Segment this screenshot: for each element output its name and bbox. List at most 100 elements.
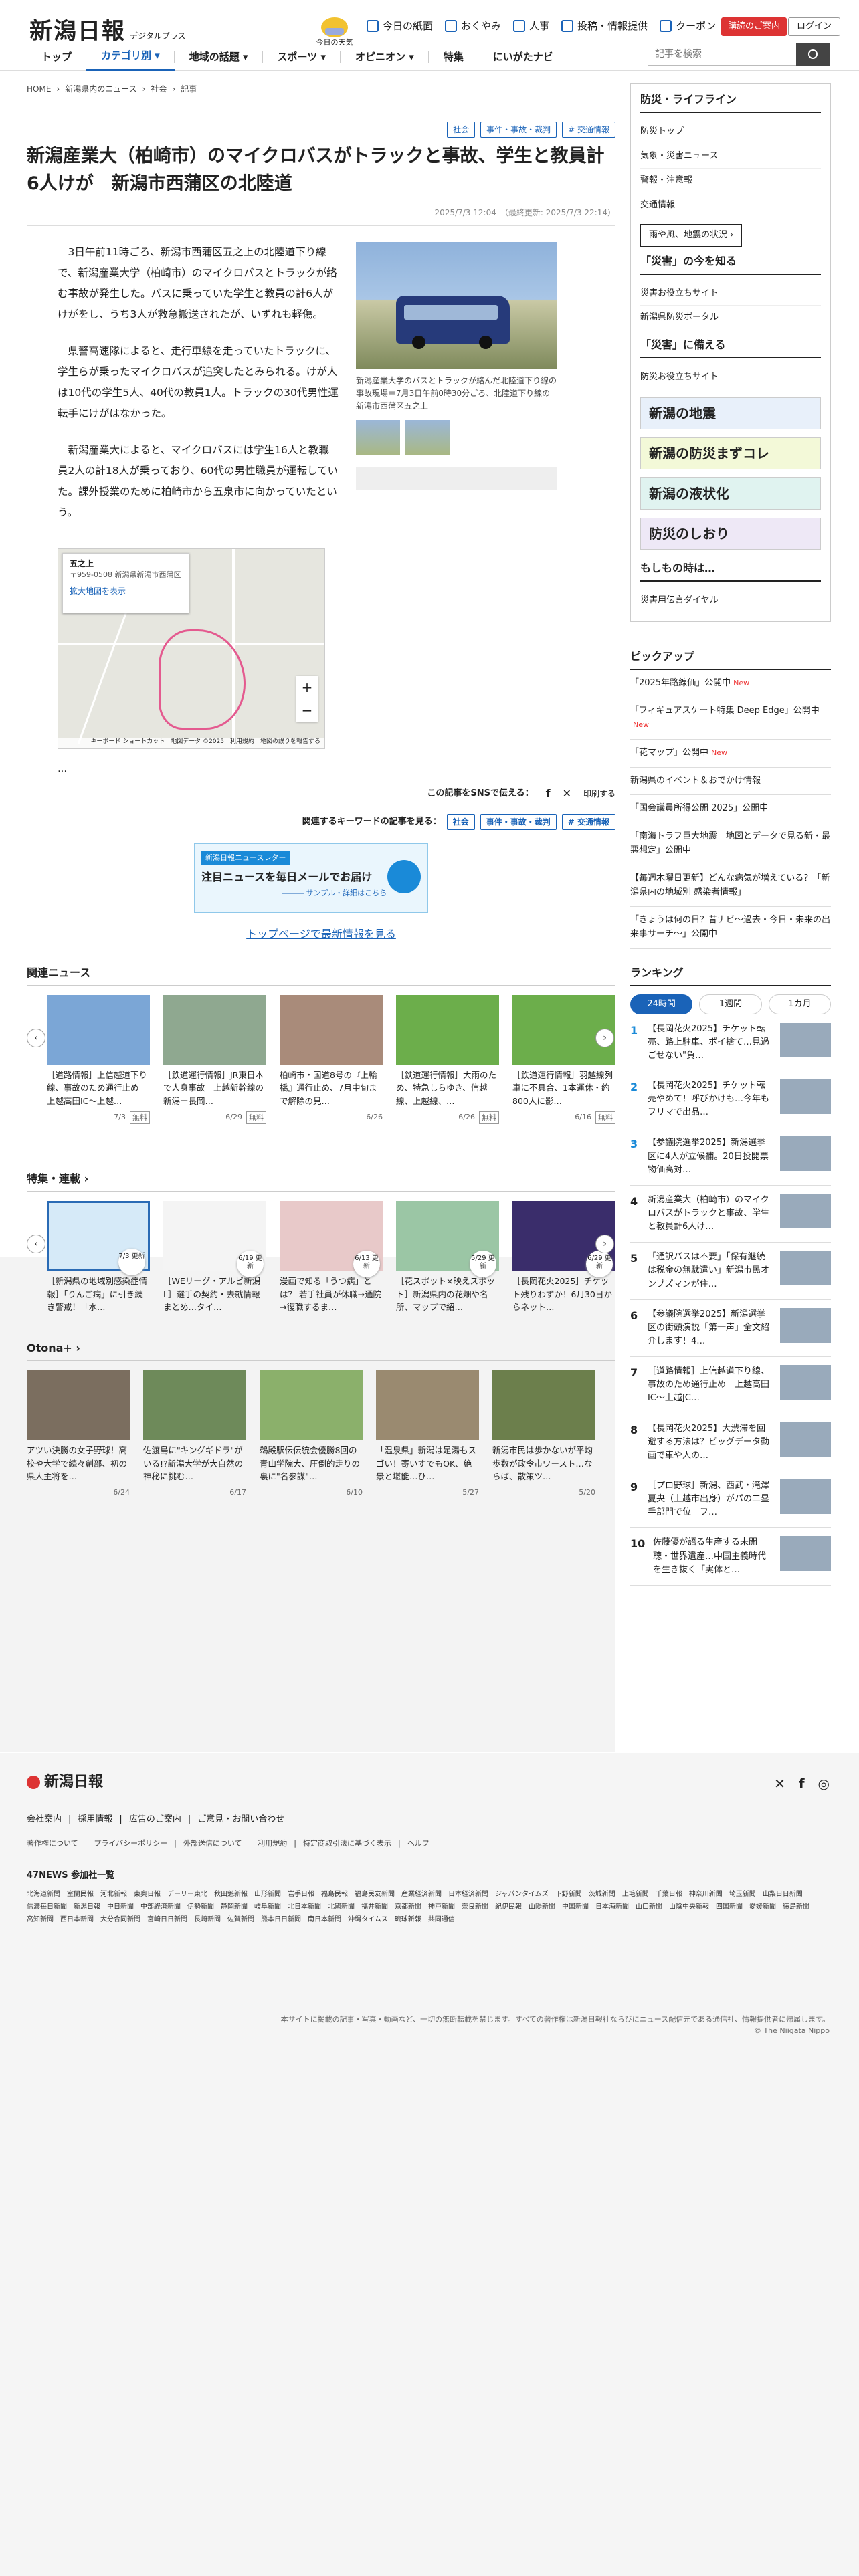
tab-24h[interactable]: 24時間 xyxy=(630,994,693,1014)
footer-link[interactable]: 著作権について xyxy=(27,1838,78,1850)
pickup-item[interactable]: 「フィギュアスケート特集 Deep Edge」公開中New xyxy=(630,697,831,740)
partner-paper-link[interactable]: 佐賀新聞 xyxy=(227,1915,254,1925)
otona-card[interactable]: 新潟市民は歩かないが平均歩数が政令市ワースト…ならば、散策ツ… 5/20 xyxy=(492,1370,595,1498)
partner-paper-link[interactable]: 四国新聞 xyxy=(716,1902,743,1912)
partner-paper-link[interactable]: 上毛新聞 xyxy=(622,1889,649,1899)
partner-paper-link[interactable]: 静岡新聞 xyxy=(221,1902,248,1912)
tab-month[interactable]: 1カ月 xyxy=(768,994,831,1014)
footer-link[interactable]: 採用情報 xyxy=(78,1813,112,1826)
thumbnail[interactable] xyxy=(356,419,400,455)
nav-category[interactable]: カテゴリ別 ▾ xyxy=(86,43,175,71)
feature-card[interactable]: 5/29 更新 ［花スポット×映えスポット］新潟県内の花畑や名所、マップで紹… xyxy=(396,1201,499,1313)
dial-link[interactable]: 災害用伝言ダイヤル xyxy=(640,588,821,613)
print-link[interactable]: 印刷する xyxy=(583,788,615,800)
partner-paper-link[interactable]: デーリー東北 xyxy=(167,1889,207,1899)
otona-title[interactable]: Otona+ › xyxy=(27,1340,615,1362)
partner-paper-link[interactable]: 岐阜新聞 xyxy=(254,1902,281,1912)
breadcrumb-home[interactable]: HOME xyxy=(27,83,51,95)
pickup-item[interactable]: 新潟県のイベント＆おでかけ情報 xyxy=(630,768,831,796)
embedded-map[interactable]: 五之上 〒959-0508 新潟県新潟市西蒲区 拡大地図を表示 + − キーボード… xyxy=(58,548,325,749)
ranking-item[interactable]: 7 ［道路情報］上信越道下り線、事故のため通行止め 上越高田IC〜上越JC… xyxy=(630,1357,831,1414)
partner-paper-link[interactable]: 沖縄タイムス xyxy=(348,1915,388,1925)
partner-paper-link[interactable]: 室蘭民報 xyxy=(67,1889,94,1899)
banner-liquefaction[interactable]: 新潟の液状化 xyxy=(640,477,821,510)
partner-paper-link[interactable]: 高知新聞 xyxy=(27,1915,54,1925)
top-page-link[interactable]: トップページで最新情報を見る xyxy=(27,926,615,942)
search-input[interactable] xyxy=(648,43,796,66)
bousai-link[interactable]: 交通情報 xyxy=(640,193,821,217)
subscribe-button[interactable]: 購読のご案内 xyxy=(721,17,787,36)
footer-logo[interactable]: 新潟日報 xyxy=(27,1771,832,1793)
kw-traffic[interactable]: # 交通情報 xyxy=(561,814,615,830)
partner-paper-link[interactable]: 宮崎日日新聞 xyxy=(147,1915,187,1925)
tool-newspaper[interactable]: 今日の紙面 xyxy=(367,19,433,34)
partner-paper-link[interactable]: 東奥日報 xyxy=(134,1889,161,1899)
bousai-link[interactable]: 防災トップ xyxy=(640,120,821,144)
bousai-link[interactable]: 気象・災害ニュース xyxy=(640,144,821,169)
news-card[interactable]: ［道路情報］上信越道下り線、事故のため通行止め 上越高田IC〜上越… 7/3 無料 xyxy=(47,995,150,1125)
partner-paper-link[interactable]: 岩手日報 xyxy=(288,1889,314,1899)
prev-arrow[interactable]: ‹ xyxy=(27,1029,45,1047)
feature-card[interactable]: 6/29 更新 ［長岡花火2025］チケット残りわずか！6月30日からネット… xyxy=(512,1201,615,1313)
partner-paper-link[interactable]: 中国新聞 xyxy=(562,1902,589,1912)
kw-society[interactable]: 社会 xyxy=(446,814,475,830)
pickup-item[interactable]: 【毎週木曜日更新】どんな病気が増えている？「新潟県内の地域別 感染者情報」 xyxy=(630,865,831,907)
newsletter-banner[interactable]: 新潟日報ニュースレター 注目ニュースを毎日メールでお届け ――― サンプル・詳細… xyxy=(194,843,428,913)
footer-link[interactable]: ヘルプ xyxy=(407,1838,430,1850)
ranking-item[interactable]: 3 【参議院選挙2025】新潟選挙区に4人が立候補。20日投開票 物価高対… xyxy=(630,1128,831,1186)
partner-paper-link[interactable]: 北日本新聞 xyxy=(288,1902,321,1912)
partner-paper-link[interactable]: 伊勢新聞 xyxy=(187,1902,214,1912)
partner-paper-link[interactable]: 神奈川新聞 xyxy=(689,1889,723,1899)
ranking-item[interactable]: 8 【長岡花火2025】大渋滞を回避する方法は？ビッグデータ動画で車や人の… xyxy=(630,1414,831,1471)
partner-paper-link[interactable]: 北海道新聞 xyxy=(27,1889,60,1899)
news-card[interactable]: ［鉄道運行情報］大雨のため、特急しらゆき、信越線、上越線、… 6/26 無料 xyxy=(396,995,499,1125)
map-enlarge-link[interactable]: 拡大地図を表示 xyxy=(70,585,182,597)
bousai-link[interactable]: 警報・注意報 xyxy=(640,169,821,193)
tool-coupon[interactable]: クーポン xyxy=(660,19,716,34)
footer-link[interactable]: 外部送信について xyxy=(183,1838,242,1850)
partner-paper-link[interactable]: 中日新聞 xyxy=(107,1902,134,1912)
footer-link[interactable]: 利用規約 xyxy=(258,1838,287,1850)
partner-paper-link[interactable]: 山陰中央新報 xyxy=(669,1902,709,1912)
disaster-link[interactable]: 新潟県防災ポータル xyxy=(640,306,821,330)
partner-paper-link[interactable]: 紀伊民報 xyxy=(495,1902,522,1912)
tool-obituary[interactable]: おくやみ xyxy=(445,19,501,34)
banner-guide[interactable]: 防災のしおり xyxy=(640,518,821,550)
facebook-icon[interactable]: f xyxy=(799,1774,805,1794)
footer-link[interactable]: 会社案内 xyxy=(27,1813,62,1826)
pickup-item[interactable]: 「国会議員所得公開 2025」公開中 xyxy=(630,795,831,824)
pickup-item[interactable]: 「南海トラフ巨大地震 地図とデータで見る新・最悪想定」公開中 xyxy=(630,823,831,865)
partner-paper-link[interactable]: 福井新聞 xyxy=(361,1902,388,1912)
partner-paper-link[interactable]: 愛媛新聞 xyxy=(749,1902,776,1912)
ranking-item[interactable]: 4 新潟産業大（柏崎市）のマイクロバスがトラックと事故、学生と教員計6人け… xyxy=(630,1186,831,1243)
partner-paper-link[interactable]: 徳島新聞 xyxy=(783,1902,809,1912)
nav-feature[interactable]: 特集 xyxy=(429,43,478,71)
ranking-item[interactable]: 1 【長岡花火2025】チケット転売、路上駐車、ポイ捨て…見過ごせない"負… xyxy=(630,1014,831,1071)
news-card[interactable]: 柏崎市・国道8号の『上輪橋』通行止め、7月中旬まで解除の見… 6/26 xyxy=(280,995,383,1124)
bus-photo[interactable] xyxy=(356,242,557,369)
partner-paper-link[interactable]: 神戸新聞 xyxy=(428,1902,455,1912)
nav-opinion[interactable]: オピニオン ▾ xyxy=(341,43,429,71)
x-icon[interactable]: ✕ xyxy=(774,1774,785,1794)
otona-card[interactable]: 佐渡島に"キングギドラ"がいる!?新潟大学が大自然の神秘に挑む… 6/17 xyxy=(143,1370,246,1498)
partner-paper-link[interactable]: 奈良新聞 xyxy=(462,1902,488,1912)
footer-link[interactable]: 特定商取引法に基づく表示 xyxy=(303,1838,391,1850)
partner-paper-link[interactable]: 日本海新聞 xyxy=(595,1902,629,1912)
thumbnail[interactable] xyxy=(405,419,450,455)
x-icon[interactable]: ✕ xyxy=(563,786,571,802)
partner-paper-link[interactable]: 日本経済新聞 xyxy=(448,1889,488,1899)
partner-paper-link[interactable]: 北國新聞 xyxy=(328,1902,355,1912)
facebook-icon[interactable]: f xyxy=(546,786,551,802)
partner-paper-link[interactable]: 福島民報 xyxy=(321,1889,348,1899)
ranking-item[interactable]: 6 【参議院選挙2025】新潟選挙区の街頭演説「第一声」全文紹介します！4… xyxy=(630,1300,831,1358)
partner-paper-link[interactable]: 千葉日報 xyxy=(656,1889,682,1899)
partner-paper-link[interactable]: ジャパンタイムズ xyxy=(495,1889,549,1899)
disaster-link[interactable]: 災害お役立ちサイト xyxy=(640,282,821,306)
map-zoom-controls[interactable]: + − xyxy=(296,676,318,722)
partner-paper-link[interactable]: 山口新聞 xyxy=(636,1902,662,1912)
partner-paper-link[interactable]: 中部経済新聞 xyxy=(140,1902,181,1912)
partner-paper-link[interactable]: 琉球新報 xyxy=(395,1915,421,1925)
breadcrumb-local[interactable]: 新潟県内のニュース xyxy=(65,83,136,95)
otona-card[interactable]: 鵜殿駅伝伝統会優勝8回の青山学院大、圧倒的走りの裏に"名参謀"… 6/10 xyxy=(260,1370,363,1498)
nav-top[interactable]: トップ xyxy=(27,43,87,71)
